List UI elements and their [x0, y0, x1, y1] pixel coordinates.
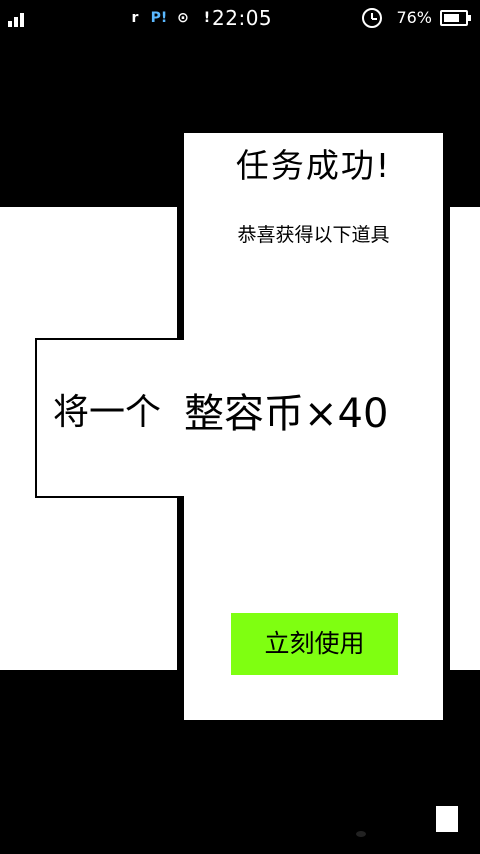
battery-icon: [440, 10, 471, 26]
notification-icons: r P! ⊙ !: [126, 9, 216, 27]
battery-fill: [444, 14, 459, 22]
use-now-button[interactable]: 立刻使用: [231, 613, 398, 675]
alarm-icon: [362, 8, 383, 28]
app-screen: r P! ⊙ ! 22:05 76% 将一个 任务成功! 恭喜获得以下道具 整容…: [0, 0, 480, 854]
signal-icon: [8, 9, 36, 27]
battery-percent: 76%: [396, 8, 432, 27]
reward-item-text: 整容币×40: [184, 391, 389, 437]
status-clock: 22:05: [212, 6, 273, 30]
status-bar: r P! ⊙ ! 22:05 76%: [0, 0, 480, 36]
task-card-text: 将一个: [53, 392, 162, 433]
reward-dialog: 任务成功! 恭喜获得以下道具 整容币×40 立刻使用: [184, 133, 443, 720]
nav-menu-icon[interactable]: [436, 806, 458, 832]
task-card: 将一个: [35, 338, 195, 498]
dialog-title: 任务成功!: [235, 146, 392, 185]
dialog-subtitle: 恭喜获得以下道具: [237, 224, 390, 246]
panel-divider-right: [443, 207, 450, 670]
notification-disc-icon: ⊙: [177, 10, 189, 26]
notification-r-icon: r: [131, 10, 139, 26]
nav-home-indicator: [356, 831, 366, 837]
notification-p-icon: P!: [150, 10, 168, 26]
status-left: r P! ⊙ !: [8, 6, 216, 30]
status-right: 76%: [362, 6, 471, 30]
